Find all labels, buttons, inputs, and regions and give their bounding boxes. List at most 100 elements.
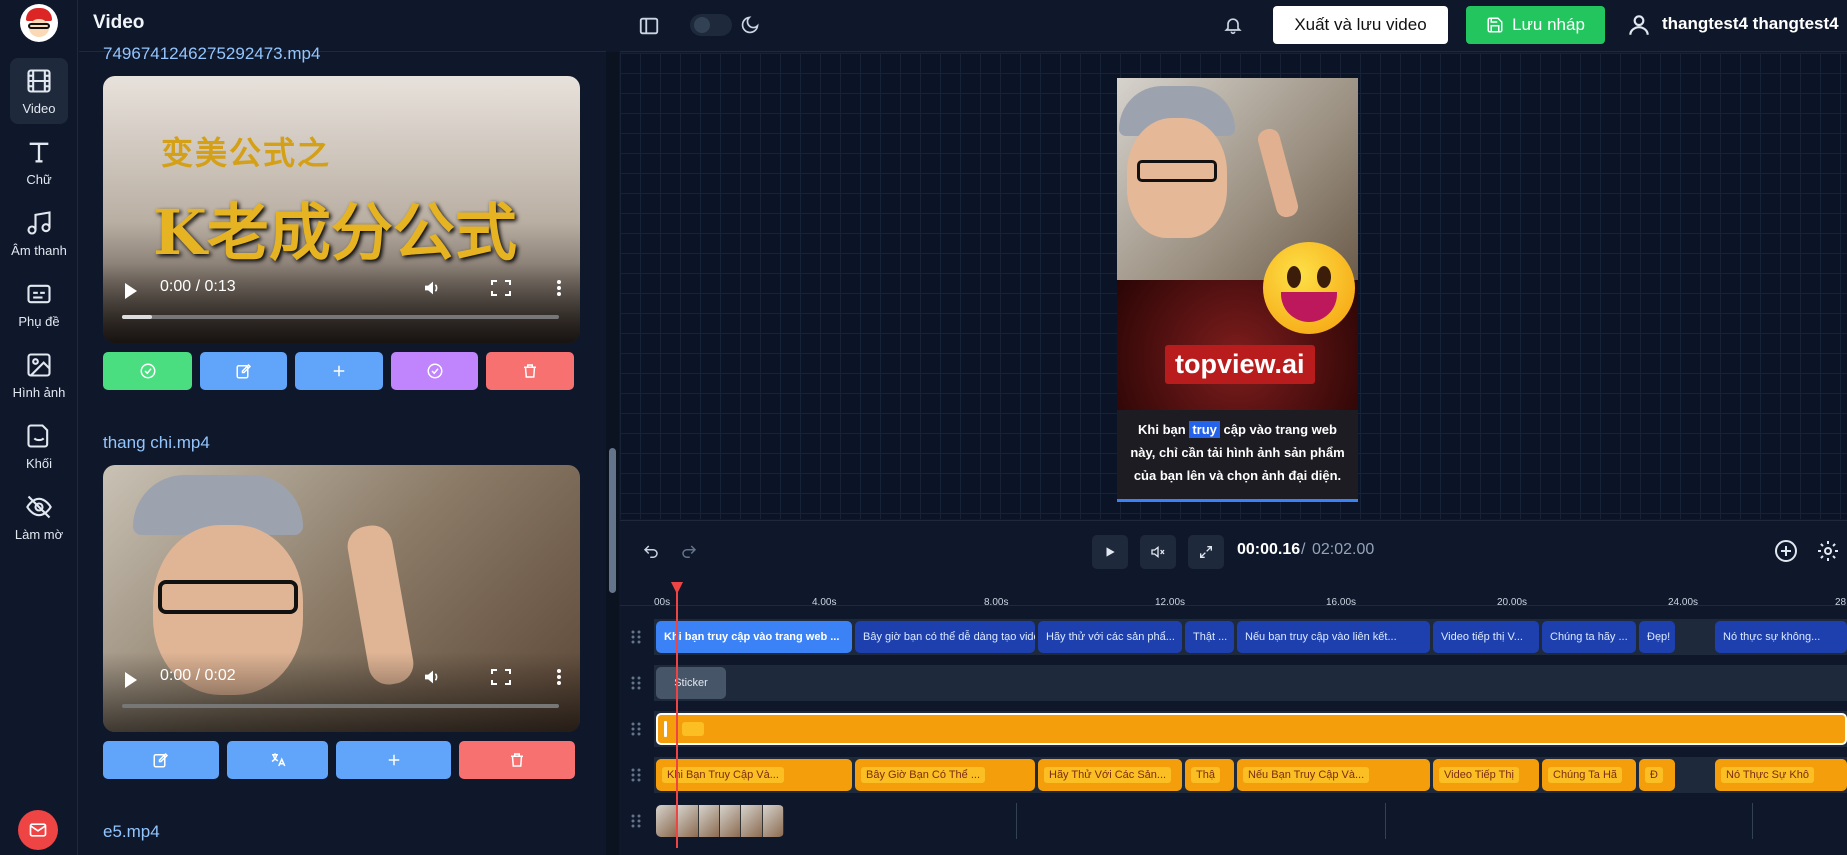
volume-icon[interactable] [423, 669, 443, 685]
music-clip[interactable] [656, 713, 1847, 745]
voice-clip[interactable]: Thậ [1185, 759, 1234, 791]
voice-clip-label: Nếu Bạn Truy Cập Và... [1243, 767, 1370, 783]
video-actions [103, 741, 575, 779]
app-logo[interactable] [20, 4, 58, 42]
subtitles-icon [27, 284, 51, 303]
rail-item-video[interactable]: Video [10, 58, 68, 124]
fullscreen-icon[interactable] [491, 669, 511, 685]
edit-button[interactable] [103, 741, 219, 779]
rail-label: Chữ [26, 171, 52, 187]
trash-icon [511, 753, 523, 767]
delete-button[interactable] [459, 741, 575, 779]
time-separator: / [1301, 541, 1306, 558]
drag-handle-icon[interactable] [630, 722, 642, 736]
plus-icon [388, 754, 399, 766]
rail-item-subtitles[interactable]: Phụ đề [10, 271, 68, 337]
sticker-clip[interactable]: Sticker [656, 667, 726, 699]
rail-item-blur[interactable]: Làm mờ [10, 484, 68, 550]
video-progress[interactable] [122, 315, 559, 319]
playback-bar: 00:00.16 / 02:02.00 [620, 520, 1847, 582]
zoom-in-icon[interactable] [1774, 539, 1798, 563]
icon-rail: Video Chữ Âm thanh Phụ đề Hình ảnh Khối … [0, 0, 78, 855]
add-button[interactable] [295, 352, 383, 390]
voice-track: Khi Bạn Truy Cập Và... Bây Giờ Bạn Có Th… [654, 757, 1847, 793]
voice-clip[interactable]: Hãy Thử Với Các Sản... [1038, 759, 1182, 791]
add-button[interactable] [336, 741, 451, 779]
video-overlay-text: 变美公式之 [161, 135, 332, 171]
preview-subtitle[interactable]: Khi bạn truy cập vào trang web này, chỉ … [1127, 418, 1348, 487]
panel-title: Video [93, 12, 145, 33]
translate-icon [271, 753, 285, 767]
more-vertical-icon[interactable] [549, 669, 569, 685]
voice-clip-label: Đ [1645, 767, 1663, 783]
rail-item-images[interactable]: Hình ảnh [10, 342, 68, 408]
drag-handle-icon[interactable] [630, 630, 642, 644]
voice-clip[interactable]: Nếu Bạn Truy Cập Và... [1237, 759, 1430, 791]
subtitle-clip[interactable]: Hãy thử với các sản phẩ... [1038, 621, 1182, 653]
subtitle-clip[interactable]: Thật ... [1185, 621, 1234, 653]
voice-clip[interactable]: Nó Thực Sự Khô [1715, 759, 1847, 791]
rail-item-audio[interactable]: Âm thanh [10, 200, 68, 266]
subtitle-clip[interactable]: Nó thực sự không... [1715, 621, 1847, 653]
delete-button[interactable] [486, 352, 574, 390]
subtitle-clip[interactable]: Video tiếp thị V... [1433, 621, 1539, 653]
drag-handle-icon[interactable] [630, 676, 642, 690]
theme-toggle[interactable] [690, 14, 732, 36]
fullscreen-button[interactable] [1188, 535, 1224, 569]
settings-icon[interactable] [1816, 539, 1840, 563]
export-button[interactable]: Xuất và lưu video [1273, 6, 1448, 44]
video-progress[interactable] [122, 704, 559, 708]
play-button[interactable] [1092, 535, 1128, 569]
play-icon[interactable] [125, 672, 137, 688]
edit-button[interactable] [200, 352, 287, 390]
ruler-label: 20.00s [1497, 597, 1528, 608]
select-button[interactable] [103, 352, 192, 390]
save-icon [1487, 17, 1503, 33]
fullscreen-icon[interactable] [491, 280, 511, 296]
save-draft-button[interactable]: Lưu nháp [1466, 6, 1605, 44]
redo-icon[interactable] [680, 543, 698, 561]
video-player[interactable]: 0:00 / 0:02 [103, 465, 580, 732]
voice-clip[interactable]: Chúng Ta Hã [1542, 759, 1636, 791]
mute-button[interactable] [1140, 535, 1176, 569]
rail-item-text[interactable]: Chữ [10, 129, 68, 195]
rail-item-shapes[interactable]: Khối [10, 413, 68, 479]
voice-clip[interactable]: Video Tiếp Thị [1433, 759, 1539, 791]
undo-icon[interactable] [642, 543, 660, 561]
mail-button[interactable] [18, 810, 58, 850]
bell-icon[interactable] [1223, 15, 1243, 35]
voice-clip[interactable]: Đ [1639, 759, 1675, 791]
subtitle-clip[interactable]: Nếu bạn truy cập vào liên kết... [1237, 621, 1430, 653]
subtitle-clip[interactable]: Chúng ta hãy ... [1542, 621, 1636, 653]
subtitle-text: Khi bạn [1138, 422, 1186, 437]
more-vertical-icon[interactable] [549, 280, 569, 296]
playhead[interactable] [676, 582, 678, 848]
play-icon[interactable] [125, 283, 137, 299]
video-time: 0:00 / 0:02 [160, 667, 236, 684]
ruler-label: 4.00s [812, 597, 837, 608]
time-ruler[interactable]: 00s 4.00s 8.00s 12.00s 16.00s 20.00s 24.… [620, 582, 1847, 608]
drag-handle-icon[interactable] [630, 768, 642, 782]
subtitle-clip[interactable]: Khi bạn truy cập vào trang web ... [656, 621, 852, 653]
panel-scrollbar-thumb[interactable] [609, 448, 616, 593]
voice-clip-label: Video Tiếp Thị [1439, 767, 1519, 783]
video-preview[interactable]: topview.ai Khi bạn truy cập vào trang we… [1117, 78, 1358, 502]
emoji-sticker[interactable] [1263, 242, 1355, 334]
user-name[interactable]: thangtest4 thangtest4 [1662, 14, 1839, 34]
rail-label: Âm thanh [11, 242, 67, 258]
edit-icon [153, 752, 169, 768]
video-player[interactable]: 变美公式之 K老成分公式 0:00 / 0:13 [103, 76, 580, 343]
translate-button[interactable] [227, 741, 328, 779]
ruler-label: 28 [1835, 597, 1847, 608]
ruler-label: 12.00s [1155, 597, 1186, 608]
volume-icon[interactable] [423, 280, 443, 296]
sidebar-toggle-icon[interactable] [638, 15, 660, 37]
voice-clip[interactable]: Khi Bạn Truy Cập Và... [656, 759, 852, 791]
subtitle-clip[interactable]: Bây giờ bạn có thể dễ dàng tạo vide... [855, 621, 1035, 653]
user-icon[interactable] [1626, 12, 1652, 38]
current-time: 00:00.16 [1237, 541, 1301, 558]
drag-handle-icon[interactable] [630, 814, 642, 828]
voice-clip[interactable]: Bây Giờ Bạn Có Thể ... [855, 759, 1035, 791]
subtitle-clip[interactable]: Đẹp! [1639, 621, 1675, 653]
mark-button[interactable] [391, 352, 478, 390]
